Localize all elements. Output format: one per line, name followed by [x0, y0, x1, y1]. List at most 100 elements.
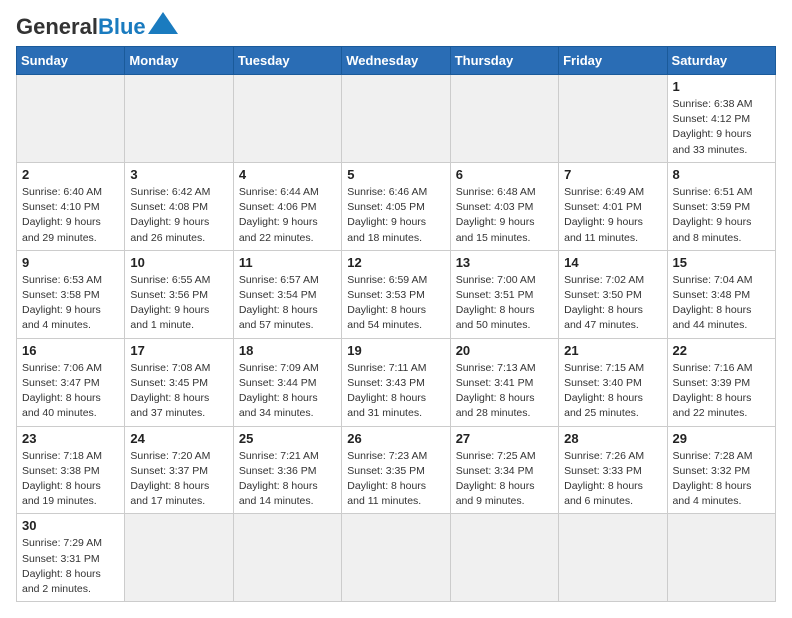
- calendar-cell: 16 Sunrise: 7:06 AMSunset: 3:47 PMDayligh…: [17, 338, 125, 426]
- header-day-wednesday: Wednesday: [342, 47, 450, 75]
- calendar-cell: [233, 514, 341, 602]
- calendar-cell: 23 Sunrise: 7:18 AMSunset: 3:38 PMDayligh…: [17, 426, 125, 514]
- header-day-tuesday: Tuesday: [233, 47, 341, 75]
- week-row-5: 30Sunrise: 7:29 AMSunset: 3:31 PMDayligh…: [17, 514, 776, 602]
- day-number: 28: [564, 431, 661, 446]
- calendar-cell: 21Sunrise: 7:15 AMSunset: 3:40 PMDayligh…: [559, 338, 667, 426]
- calendar-cell: 9Sunrise: 6:53 AMSunset: 3:58 PMDaylight…: [17, 250, 125, 338]
- calendar-cell: [17, 75, 125, 163]
- day-info: Sunrise: 7:18 AMSunset: 3:38 PMDaylight:…: [22, 449, 119, 510]
- calendar-cell: [559, 75, 667, 163]
- day-info: Sunrise: 7:16 AMSunset: 3:39 PMDaylight:…: [673, 361, 770, 422]
- day-number: 15: [673, 255, 770, 270]
- day-info: Sunrise: 6:46 AMSunset: 4:05 PMDaylight:…: [347, 185, 444, 246]
- day-info: Sunrise: 7:21 AMSunset: 3:36 PMDaylight:…: [239, 449, 336, 510]
- calendar-cell: 29Sunrise: 7:28 AMSunset: 3:32 PMDayligh…: [667, 426, 775, 514]
- day-info: Sunrise: 7:26 AMSunset: 3:33 PMDaylight:…: [564, 449, 661, 510]
- week-row-2: 9Sunrise: 6:53 AMSunset: 3:58 PMDaylight…: [17, 250, 776, 338]
- calendar-cell: 12Sunrise: 6:59 AMSunset: 3:53 PMDayligh…: [342, 250, 450, 338]
- logo-general: General: [16, 14, 98, 39]
- calendar-cell: [342, 75, 450, 163]
- week-row-0: 1Sunrise: 6:38 AMSunset: 4:12 PMDaylight…: [17, 75, 776, 163]
- day-info: Sunrise: 7:00 AMSunset: 3:51 PMDaylight:…: [456, 273, 553, 334]
- day-info: Sunrise: 7:08 AMSunset: 3:45 PMDaylight:…: [130, 361, 227, 422]
- calendar-cell: 30Sunrise: 7:29 AMSunset: 3:31 PMDayligh…: [17, 514, 125, 602]
- day-number: 23: [22, 431, 119, 446]
- day-info: Sunrise: 6:49 AMSunset: 4:01 PMDaylight:…: [564, 185, 661, 246]
- header-day-saturday: Saturday: [667, 47, 775, 75]
- calendar-cell: [125, 75, 233, 163]
- day-number: 7: [564, 167, 661, 182]
- calendar-cell: 20Sunrise: 7:13 AMSunset: 3:41 PMDayligh…: [450, 338, 558, 426]
- day-number: 6: [456, 167, 553, 182]
- calendar-cell: 1Sunrise: 6:38 AMSunset: 4:12 PMDaylight…: [667, 75, 775, 163]
- logo-blue: Blue: [98, 14, 146, 39]
- header-day-monday: Monday: [125, 47, 233, 75]
- calendar-cell: 24 Sunrise: 7:20 AMSunset: 3:37 PMDayligh…: [125, 426, 233, 514]
- header-day-friday: Friday: [559, 47, 667, 75]
- day-info: Sunrise: 7:11 AMSunset: 3:43 PMDaylight:…: [347, 361, 444, 422]
- calendar-cell: [559, 514, 667, 602]
- day-number: 12: [347, 255, 444, 270]
- calendar: SundayMondayTuesdayWednesdayThursdayFrid…: [16, 46, 776, 602]
- day-info: Sunrise: 7:28 AMSunset: 3:32 PMDaylight:…: [673, 449, 770, 510]
- day-number: 2: [22, 167, 119, 182]
- day-info: Sunrise: 7:06 AMSunset: 3:47 PMDaylight:…: [22, 361, 119, 422]
- calendar-cell: 19Sunrise: 7:11 AMSunset: 3:43 PMDayligh…: [342, 338, 450, 426]
- day-info: Sunrise: 7:23 AMSunset: 3:35 PMDaylight:…: [347, 449, 444, 510]
- day-info: Sunrise: 6:51 AMSunset: 3:59 PMDaylight:…: [673, 185, 770, 246]
- day-info: Sunrise: 7:29 AMSunset: 3:31 PMDaylight:…: [22, 536, 119, 597]
- day-info: Sunrise: 6:38 AMSunset: 4:12 PMDaylight:…: [673, 97, 770, 158]
- calendar-cell: 17 Sunrise: 7:08 AMSunset: 3:45 PMDayligh…: [125, 338, 233, 426]
- calendar-cell: 14 Sunrise: 7:02 AMSunset: 3:50 PMDayligh…: [559, 250, 667, 338]
- calendar-cell: [125, 514, 233, 602]
- day-number: 26: [347, 431, 444, 446]
- logo-text: GeneralBlue: [16, 16, 146, 38]
- calendar-cell: 22 Sunrise: 7:16 AMSunset: 3:39 PMDayligh…: [667, 338, 775, 426]
- day-info: Sunrise: 6:53 AMSunset: 3:58 PMDaylight:…: [22, 273, 119, 334]
- calendar-cell: 8 Sunrise: 6:51 AMSunset: 3:59 PMDaylight…: [667, 162, 775, 250]
- calendar-cell: 13Sunrise: 7:00 AMSunset: 3:51 PMDayligh…: [450, 250, 558, 338]
- day-info: Sunrise: 6:42 AMSunset: 4:08 PMDaylight:…: [130, 185, 227, 246]
- day-number: 5: [347, 167, 444, 182]
- calendar-cell: 28 Sunrise: 7:26 AMSunset: 3:33 PMDayligh…: [559, 426, 667, 514]
- day-info: Sunrise: 7:25 AMSunset: 3:34 PMDaylight:…: [456, 449, 553, 510]
- day-info: Sunrise: 6:44 AMSunset: 4:06 PMDaylight:…: [239, 185, 336, 246]
- day-info: Sunrise: 7:04 AMSunset: 3:48 PMDaylight:…: [673, 273, 770, 334]
- day-number: 21: [564, 343, 661, 358]
- day-number: 4: [239, 167, 336, 182]
- day-number: 20: [456, 343, 553, 358]
- day-info: Sunrise: 6:55 AMSunset: 3:56 PMDaylight:…: [130, 273, 227, 334]
- calendar-cell: 5 Sunrise: 6:46 AMSunset: 4:05 PMDaylight…: [342, 162, 450, 250]
- calendar-cell: [450, 75, 558, 163]
- day-number: 22: [673, 343, 770, 358]
- calendar-cell: 27Sunrise: 7:25 AMSunset: 3:34 PMDayligh…: [450, 426, 558, 514]
- day-number: 3: [130, 167, 227, 182]
- day-number: 18: [239, 343, 336, 358]
- day-number: 8: [673, 167, 770, 182]
- week-row-1: 2 Sunrise: 6:40 AMSunset: 4:10 PMDaylight…: [17, 162, 776, 250]
- calendar-cell: [342, 514, 450, 602]
- header-day-thursday: Thursday: [450, 47, 558, 75]
- day-info: Sunrise: 7:02 AMSunset: 3:50 PMDaylight:…: [564, 273, 661, 334]
- calendar-header-row: SundayMondayTuesdayWednesdayThursdayFrid…: [17, 47, 776, 75]
- day-info: Sunrise: 7:20 AMSunset: 3:37 PMDaylight:…: [130, 449, 227, 510]
- day-number: 16: [22, 343, 119, 358]
- calendar-cell: 3 Sunrise: 6:42 AMSunset: 4:08 PMDaylight…: [125, 162, 233, 250]
- logo: GeneralBlue: [16, 16, 178, 38]
- day-info: Sunrise: 6:40 AMSunset: 4:10 PMDaylight:…: [22, 185, 119, 246]
- day-number: 17: [130, 343, 227, 358]
- page-container: GeneralBlue SundayMondayTuesdayWednesday…: [16, 16, 776, 602]
- logo-icon: [148, 12, 178, 34]
- week-row-3: 16 Sunrise: 7:06 AMSunset: 3:47 PMDayligh…: [17, 338, 776, 426]
- calendar-cell: 10Sunrise: 6:55 AMSunset: 3:56 PMDayligh…: [125, 250, 233, 338]
- calendar-cell: [233, 75, 341, 163]
- calendar-cell: 4 Sunrise: 6:44 AMSunset: 4:06 PMDaylight…: [233, 162, 341, 250]
- day-number: 14: [564, 255, 661, 270]
- day-number: 25: [239, 431, 336, 446]
- calendar-cell: 25 Sunrise: 7:21 AMSunset: 3:36 PMDayligh…: [233, 426, 341, 514]
- calendar-cell: 15 Sunrise: 7:04 AMSunset: 3:48 PMDayligh…: [667, 250, 775, 338]
- day-info: Sunrise: 6:57 AMSunset: 3:54 PMDaylight:…: [239, 273, 336, 334]
- day-number: 24: [130, 431, 227, 446]
- calendar-cell: 7 Sunrise: 6:49 AMSunset: 4:01 PMDaylight…: [559, 162, 667, 250]
